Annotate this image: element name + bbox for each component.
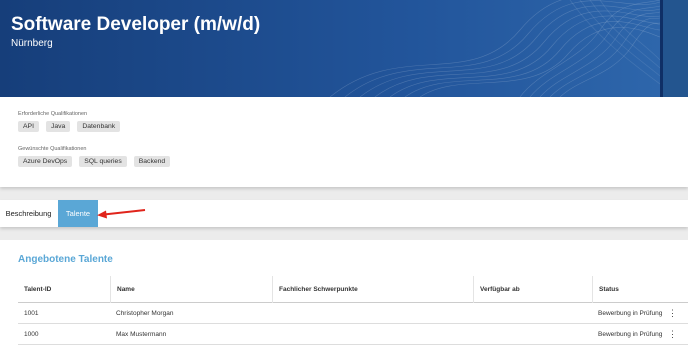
desired-qualifications-label: Gewünschte Qualifikationen bbox=[18, 146, 87, 152]
talent-available-cell bbox=[473, 324, 479, 345]
qualifications-card: Erforderliche Qualifikationen API Java D… bbox=[0, 97, 688, 187]
talent-available-cell bbox=[473, 303, 479, 324]
desired-qualifications-chips: Azure DevOps SQL queries Backend bbox=[18, 156, 171, 167]
job-header-banner: Software Developer (m/w/d) Nürnberg bbox=[0, 0, 688, 97]
talent-name-cell: Christopher Morgan bbox=[116, 310, 174, 317]
kebab-menu-icon[interactable]: ⋮ bbox=[668, 303, 677, 324]
qualification-chip: API bbox=[18, 121, 39, 132]
talent-id-cell: 1000 bbox=[24, 331, 39, 338]
qualification-chip: Java bbox=[45, 121, 71, 132]
qualification-chip: Datenbank bbox=[77, 121, 121, 132]
tab-talente[interactable]: Talente bbox=[58, 200, 98, 227]
job-detail-page: Software Developer (m/w/d) Nürnberg Erfo… bbox=[0, 0, 688, 352]
offered-talents-card: Angebotene Talente Talent-ID Name Fachli… bbox=[0, 240, 688, 352]
job-location: Nürnberg bbox=[11, 38, 53, 49]
section-title: Angebotene Talente bbox=[18, 254, 113, 265]
column-header-talent-id[interactable]: Talent-ID bbox=[18, 276, 110, 303]
talent-id-cell: 1001 bbox=[24, 310, 39, 317]
talent-status-cell: Bewerbung in Prüfung bbox=[598, 310, 663, 317]
talent-focus-cell bbox=[272, 324, 278, 345]
table-header: Talent-ID Name Fachlicher Schwerpunkte V… bbox=[18, 276, 688, 303]
job-title: Software Developer (m/w/d) bbox=[11, 14, 261, 35]
table-row[interactable]: 1001 Christopher Morgan Bewerbung in Prü… bbox=[18, 303, 688, 324]
tab-beschreibung[interactable]: Beschreibung bbox=[0, 200, 57, 227]
red-arrow-icon bbox=[97, 209, 146, 219]
required-qualifications-label: Erforderliche Qualifikationen bbox=[18, 111, 88, 117]
qualification-chip: Backend bbox=[133, 156, 171, 167]
column-header-focus[interactable]: Fachlicher Schwerpunkte bbox=[272, 276, 473, 303]
talent-status-cell: Bewerbung in Prüfung bbox=[598, 331, 663, 338]
banner-side-panel bbox=[663, 0, 688, 97]
qualification-chip: SQL queries bbox=[79, 156, 127, 167]
qualification-chip: Azure DevOps bbox=[18, 156, 73, 167]
table-row[interactable]: 1000 Max Mustermann Bewerbung in Prüfung… bbox=[18, 324, 688, 345]
column-header-available[interactable]: Verfügbar ab bbox=[473, 276, 592, 303]
column-header-name[interactable]: Name bbox=[110, 276, 272, 303]
column-header-status[interactable]: Status bbox=[592, 276, 688, 303]
kebab-menu-icon[interactable]: ⋮ bbox=[668, 324, 677, 345]
talent-focus-cell bbox=[272, 303, 278, 324]
required-qualifications-chips: API Java Datenbank bbox=[18, 121, 121, 132]
talent-name-cell: Max Mustermann bbox=[116, 331, 167, 338]
